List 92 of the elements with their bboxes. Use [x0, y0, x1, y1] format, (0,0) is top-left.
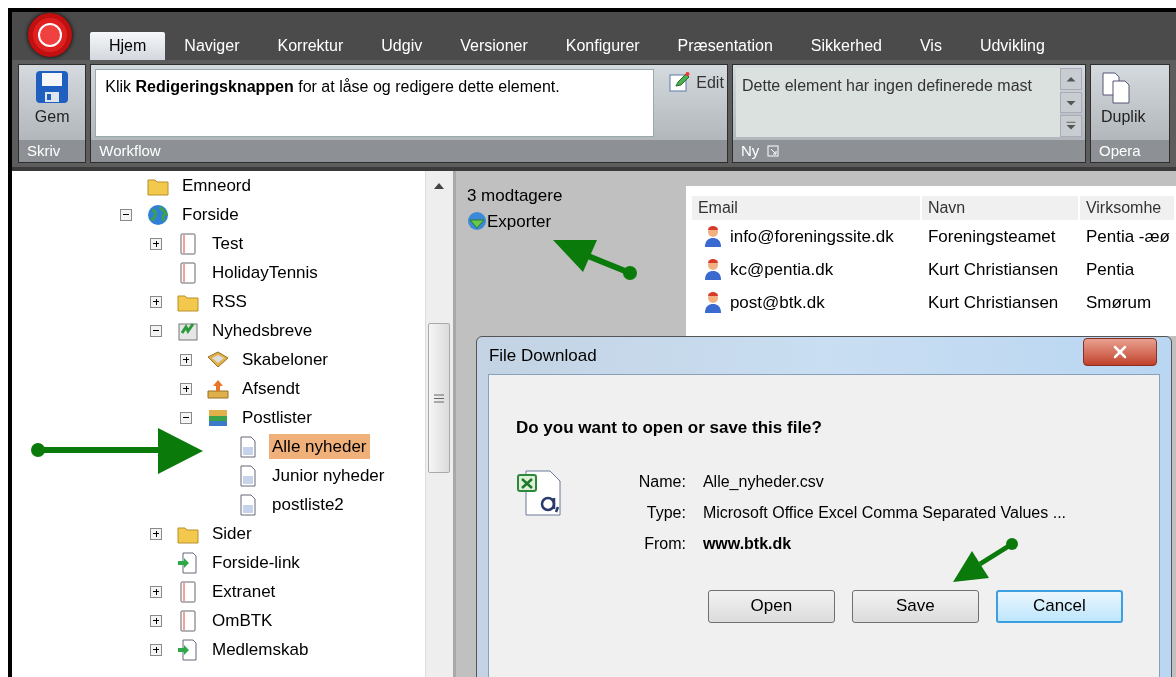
tree-item-label[interactable]: Postlister: [239, 404, 315, 431]
field-value: www.btk.dk: [702, 534, 792, 554]
ribbon-tab[interactable]: Naviger: [165, 32, 259, 60]
export-link[interactable]: Exporter: [466, 208, 686, 234]
expand-toggle[interactable]: [150, 614, 162, 627]
group-label: Opera: [1099, 140, 1141, 161]
scroll-up-icon[interactable]: [434, 183, 445, 189]
tree-item-label[interactable]: HolidayTennis: [209, 259, 321, 286]
dialog-button[interactable]: Save: [851, 589, 979, 623]
table-cell-text: Pentia: [1085, 258, 1135, 281]
column-header[interactable]: Navn: [921, 196, 1080, 220]
group-label: Workflow: [99, 140, 161, 161]
duplicate-pages-icon: [1101, 71, 1131, 105]
duplicate-button[interactable]: Duplik: [1091, 65, 1146, 140]
tree-item-label[interactable]: Medlemskab: [209, 636, 312, 663]
globe-icon: [146, 202, 170, 227]
person-icon: [703, 258, 722, 281]
tree-item-label[interactable]: Forside: [179, 201, 242, 228]
edit-button[interactable]: Edit: [668, 71, 724, 97]
table-cell-text: post@btk.dk: [729, 291, 825, 314]
collapse-toggle[interactable]: [180, 411, 192, 424]
download-globe-icon: [466, 211, 487, 232]
table-cell-text: Kurt Christiansen: [927, 258, 1059, 281]
table-cell-text: Foreningsteamet: [927, 225, 1056, 248]
ribbon-tab[interactable]: Konfigurer: [546, 32, 659, 60]
dialog-button[interactable]: Cancel: [995, 589, 1123, 623]
field-value: Alle_nyheder.csv: [702, 472, 824, 492]
ribbon-tab[interactable]: Udgiv: [362, 32, 442, 60]
expand-toggle[interactable]: [150, 237, 162, 250]
tree-item-label[interactable]: Alle nyheder: [269, 433, 370, 460]
dialog-launcher-icon[interactable]: [767, 145, 780, 157]
scroll-up-icon[interactable]: [1060, 68, 1082, 90]
ribbon-tab[interactable]: Præsentation: [658, 32, 792, 60]
link-page-icon: [176, 550, 200, 575]
table-cell-text: kc@pentia.dk: [729, 258, 834, 281]
tree-item-label[interactable]: OmBTK: [209, 607, 276, 634]
table-cell-text: info@foreningssite.dk: [729, 225, 894, 248]
group-label: Skriv: [27, 140, 61, 161]
scroll-down-icon[interactable]: [1060, 91, 1082, 114]
expand-toggle[interactable]: [180, 353, 192, 366]
workflow-message: Klik Redigeringsknappen for at låse og redigere dette element.: [95, 69, 655, 137]
expand-toggle[interactable]: [150, 643, 162, 656]
ribbon-tab[interactable]: Korrektur: [258, 32, 363, 60]
group-label: Ny: [741, 140, 760, 161]
ribbon-tab[interactable]: Sikkerhed: [791, 32, 901, 60]
grip-icon: [434, 393, 445, 403]
ribbon-tab[interactable]: Versioner: [441, 32, 547, 60]
table-cell-text: Smørum: [1085, 291, 1152, 314]
expand-toggle[interactable]: [150, 527, 162, 540]
dialog-title: File Download: [488, 344, 597, 367]
app-logo[interactable]: [28, 13, 72, 57]
scrollbar[interactable]: [424, 171, 453, 677]
dialog-question: Do you want to open or save this file?: [515, 417, 823, 439]
tree-item-label[interactable]: Test: [209, 230, 247, 257]
gallery-box: Dette element har ingen definerede mast: [736, 68, 1060, 137]
tree-item-label[interactable]: Afsendt: [239, 375, 303, 402]
ribbon-tab[interactable]: Hjem: [90, 32, 166, 60]
tree-item-label[interactable]: Nyhedsbreve: [209, 317, 316, 344]
table-cell-text: Kurt Christiansen: [927, 291, 1059, 314]
scrollbar-thumb[interactable]: [428, 323, 451, 473]
tree-item-label[interactable]: Extranet: [209, 578, 279, 605]
expand-gallery-icon[interactable]: [1060, 115, 1082, 137]
tree-item-label[interactable]: postliste2: [269, 491, 347, 518]
tree-item-label[interactable]: Sider: [209, 520, 255, 547]
expand-toggle[interactable]: [150, 295, 162, 308]
pointer-arrow: [953, 538, 1018, 582]
tree-item-label[interactable]: Emneord: [179, 172, 254, 199]
tree-item-label[interactable]: Skabeloner: [239, 346, 331, 373]
field-label: From:: [643, 534, 686, 554]
link-page-icon: [176, 637, 200, 662]
collapse-toggle[interactable]: [150, 324, 162, 337]
tree-item-label[interactable]: Forside-link: [209, 549, 303, 576]
dialog-button[interactable]: Open: [707, 589, 835, 623]
person-icon: [703, 291, 722, 314]
ribbon-tab[interactable]: Udvikling: [960, 32, 1064, 60]
gem-ribbon-button[interactable]: Gem: [19, 65, 86, 140]
table-cell-text: Pentia -æø: [1085, 225, 1170, 248]
field-label: Type:: [645, 503, 686, 523]
tree-item-label[interactable]: RSS: [209, 288, 250, 315]
expand-toggle[interactable]: [150, 585, 162, 598]
field-value: Microsoft Office Excel Comma Separated Values ...: [702, 503, 1066, 523]
edit-pencil-icon: [668, 71, 691, 93]
collapse-toggle[interactable]: [120, 208, 132, 221]
person-icon: [703, 225, 722, 248]
close-button[interactable]: [1082, 338, 1157, 366]
expand-toggle[interactable]: [180, 382, 192, 395]
column-header[interactable]: Virksomhe: [1079, 196, 1176, 220]
tree-item-label[interactable]: Junior nyheder: [269, 462, 388, 489]
field-label: Name:: [637, 472, 686, 492]
ribbon-tab[interactable]: Vis: [900, 32, 961, 60]
column-header[interactable]: Email: [691, 196, 922, 220]
recipient-count: 3 modtagere: [466, 185, 564, 207]
